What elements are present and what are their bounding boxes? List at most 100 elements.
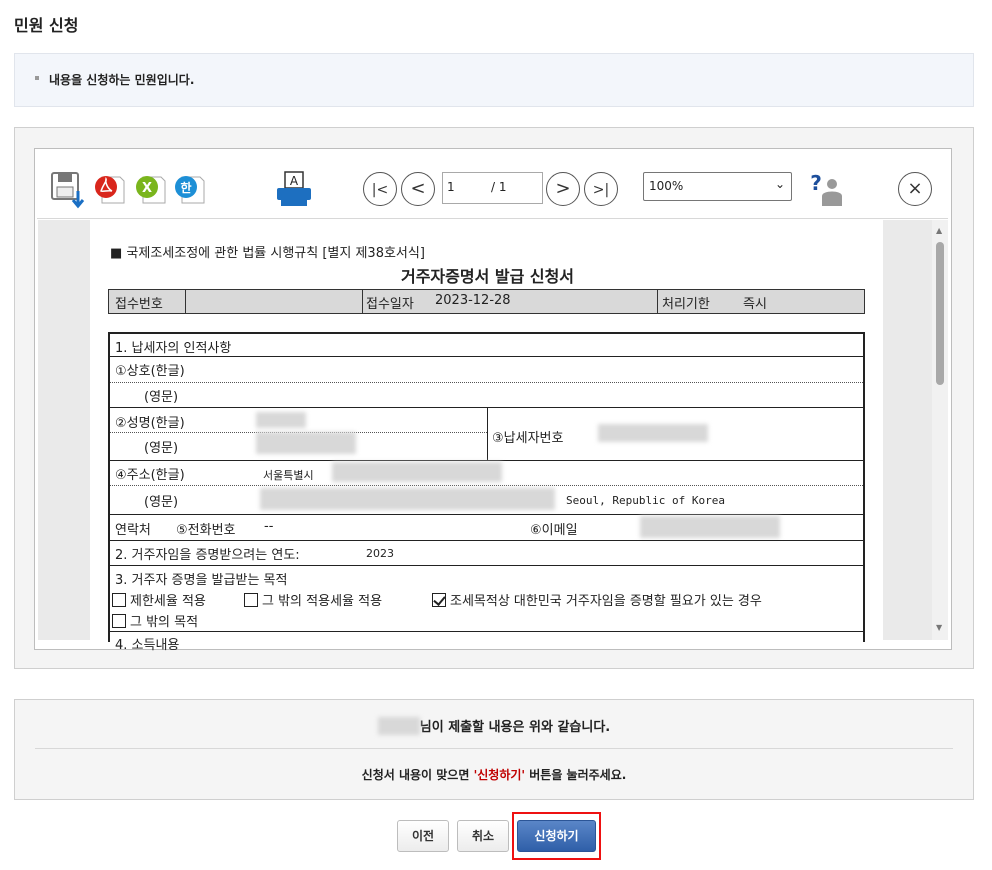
- print-icon[interactable]: A: [275, 170, 315, 212]
- email-label: ⑥이메일: [530, 523, 578, 538]
- purpose-option-label: 조세목적상 대한민국 거주자임을 증명할 필요가 있는 경우: [450, 594, 762, 609]
- help-icon[interactable]: ?: [806, 170, 844, 212]
- confirm-line-2-prefix: 신청서 내용이 맞으면: [361, 768, 474, 782]
- section2-title: 2. 거주자임을 증명받으려는 연도:: [115, 548, 300, 563]
- scroll-thumb[interactable]: [936, 242, 944, 385]
- purpose-option-label: 그 밖의 목적: [130, 615, 199, 630]
- table-divider: [110, 631, 863, 632]
- bullet-icon: [35, 76, 39, 80]
- address-korean-value: 서울특별시: [263, 469, 314, 482]
- page-number-input[interactable]: 1 / 1: [442, 172, 543, 204]
- submit-highlight-frame: [512, 812, 601, 860]
- confirm-line-2-suffix: 버튼을 눌러주세요.: [525, 768, 627, 782]
- form-reference: ■ 국제조세조정에 관한 법률 시행규칙 [별지 제38호서식]: [110, 246, 425, 261]
- name-korean-label: ②성명(한글): [115, 416, 185, 431]
- confirm-line-2-highlight: '신청하기': [473, 768, 526, 782]
- close-viewer-button[interactable]: ×: [898, 172, 932, 206]
- taxpayer-info-table: 1. 납세자의 인적사항 ①상호(한글) (영문) ②성명(한글) (영문) ③…: [108, 332, 865, 653]
- purpose-option-1: 제한세율 적용: [112, 590, 206, 609]
- table-divider: [110, 565, 863, 566]
- confirm-box: 님이 제출할 내용은 위와 같습니다. 신청서 내용이 맞으면 '신청하기' 버…: [14, 699, 974, 800]
- company-korean-label: ①상호(한글): [115, 364, 185, 379]
- prev-page-button[interactable]: <: [401, 172, 435, 206]
- next-page-button[interactable]: >: [546, 172, 580, 206]
- scroll-up-icon[interactable]: ▲: [936, 226, 942, 235]
- svg-text:?: ?: [810, 171, 822, 195]
- svg-text:X: X: [142, 181, 152, 196]
- cancel-button[interactable]: 취소: [457, 820, 509, 852]
- table-divider: [362, 290, 363, 313]
- scroll-down-icon[interactable]: ▼: [936, 623, 942, 632]
- address-english-value: Seoul, Republic of Korea: [566, 494, 725, 507]
- section4-title: 4. 소득내용: [115, 638, 180, 653]
- purpose-checkbox-4: [112, 614, 126, 628]
- section2-year: 2023: [366, 547, 394, 560]
- pdf-icon[interactable]: [94, 173, 126, 209]
- redacted-name: [256, 412, 306, 428]
- current-page: 1: [447, 180, 455, 194]
- company-english-label: (영문): [144, 390, 179, 405]
- doc-margin-left: [38, 220, 90, 640]
- table-divider: [110, 460, 863, 461]
- contact-label: 연락처: [115, 523, 151, 538]
- total-pages: / 1: [491, 180, 507, 194]
- doc-margin-right: [883, 220, 932, 640]
- chevron-down-icon: ⌄: [774, 177, 785, 191]
- redacted-email: [640, 516, 780, 538]
- confirm-line-1: 님이 제출할 내용은 위와 같습니다.: [15, 716, 973, 735]
- form-title: 거주자증명서 발급 신청서: [400, 267, 575, 286]
- save-download-icon[interactable]: [50, 171, 86, 215]
- svg-text:한: 한: [180, 180, 191, 195]
- first-page-button[interactable]: |<: [363, 172, 397, 206]
- address-english-label: (영문): [144, 495, 179, 510]
- purpose-option-4: 그 밖의 목적: [112, 611, 198, 630]
- confirm-line-2: 신청서 내용이 맞으면 '신청하기' 버튼을 눌러주세요.: [15, 766, 973, 783]
- processing-period-value: 즉시: [743, 297, 767, 312]
- zoom-value: 100%: [649, 179, 684, 193]
- redacted-user-name: [377, 717, 420, 735]
- document-scrollbar[interactable]: ▲ ▼: [932, 220, 948, 640]
- section3-title: 3. 거주자 증명을 발급받는 목적: [115, 573, 288, 588]
- zoom-select[interactable]: 100% ⌄: [643, 172, 792, 201]
- last-page-button[interactable]: >|: [584, 172, 618, 206]
- purpose-option-3: 조세목적상 대한민국 거주자임을 증명할 필요가 있는 경우: [432, 590, 762, 609]
- purpose-checkbox-3: [432, 593, 446, 607]
- receipt-table: 접수번호 접수일자 2023-12-28 처리기한 즉시: [108, 289, 865, 314]
- taxpayer-number-label: ③납세자번호: [492, 431, 564, 446]
- page-title: 민원 신청: [14, 16, 79, 35]
- purpose-option-label: 그 밖의 적용세율 적용: [262, 594, 383, 609]
- purpose-option-2: 그 밖의 적용세율 적용: [244, 590, 382, 609]
- table-divider: [110, 382, 863, 383]
- table-divider: [110, 540, 863, 541]
- receipt-number-label: 접수번호: [115, 297, 163, 312]
- purpose-option-label: 제한세율 적용: [130, 594, 206, 609]
- excel-icon[interactable]: X: [135, 173, 167, 209]
- purpose-checkbox-2: [244, 593, 258, 607]
- phone-value: --: [264, 519, 274, 534]
- receipt-date-value: 2023-12-28: [435, 293, 511, 308]
- redacted-address-english: [260, 488, 555, 510]
- name-english-label: (영문): [144, 441, 179, 456]
- table-divider: [110, 514, 863, 515]
- notice-box: 내용을 신청하는 민원입니다.: [14, 53, 974, 107]
- redacted-name-english: [256, 432, 356, 454]
- redacted-address: [332, 462, 502, 482]
- redacted-taxpayer-number: [598, 424, 708, 442]
- confirm-line-1-text: 님이 제출할 내용은 위와 같습니다.: [419, 720, 611, 735]
- svg-text:A: A: [290, 174, 299, 188]
- table-divider: [487, 408, 488, 460]
- table-divider: [110, 485, 863, 486]
- section1-title: 1. 납세자의 인적사항: [115, 341, 232, 356]
- processing-period-label: 처리기한: [662, 297, 710, 312]
- table-divider: [185, 290, 186, 313]
- close-icon: ×: [907, 178, 923, 199]
- purpose-checkbox-1: [112, 593, 126, 607]
- notice-text: 내용을 신청하는 민원입니다.: [49, 73, 195, 87]
- hwp-icon[interactable]: 한: [174, 173, 206, 209]
- confirm-divider: [35, 748, 953, 749]
- table-divider: [110, 356, 863, 357]
- prev-button[interactable]: 이전: [397, 820, 449, 852]
- receipt-date-label: 접수일자: [366, 297, 414, 312]
- address-korean-label: ④주소(한글): [115, 468, 185, 483]
- table-divider: [657, 290, 658, 313]
